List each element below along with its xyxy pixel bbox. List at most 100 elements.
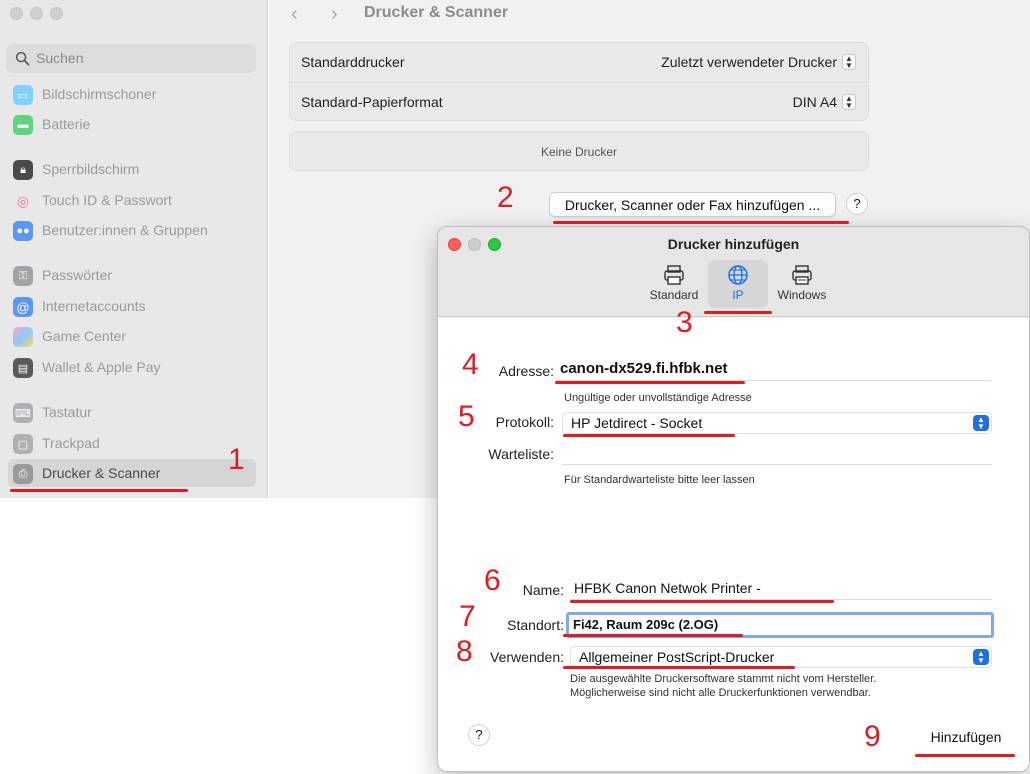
sidebar-item-wallet[interactable]: ▤ Wallet & Apple Pay bbox=[8, 353, 256, 381]
search-input[interactable]: Suchen bbox=[6, 44, 256, 73]
search-icon bbox=[15, 51, 30, 66]
driver-select[interactable]: Allgemeiner PostScript-Drucker ▲ ▼ bbox=[570, 646, 992, 668]
sidebar-item-label: Tastatur bbox=[42, 404, 92, 420]
windows-printer-icon bbox=[792, 265, 812, 285]
annotation-underline-3 bbox=[704, 311, 772, 314]
use-driver-label: Verwenden: bbox=[490, 649, 564, 665]
back-chevron-icon[interactable]: ‹ bbox=[291, 3, 298, 26]
paper-size-select[interactable]: DIN A4 ▲ ▼ bbox=[793, 94, 856, 110]
sidebar-item-trackpad[interactable]: ▢ Trackpad bbox=[8, 429, 256, 457]
printer-icon bbox=[664, 265, 684, 285]
stepper-chevrons-icon: ▲ ▼ bbox=[842, 94, 856, 110]
annotation-underline-8 bbox=[563, 666, 795, 669]
key-icon: ⚿ bbox=[13, 266, 33, 286]
default-printer-select[interactable]: Zuletzt verwendeter Drucker ▲ ▼ bbox=[661, 54, 856, 70]
address-value: canon-dx529.fi.hfbk.net bbox=[560, 360, 728, 377]
annotation-step-4: 4 bbox=[462, 348, 479, 381]
protocol-select[interactable]: HP Jetdirect - Socket ▲ ▼ bbox=[562, 412, 992, 434]
page-title: Drucker & Scanner bbox=[364, 4, 509, 21]
chevron-updown-icon: ▲ ▼ bbox=[973, 415, 989, 431]
sidebar-item-label: Batterie bbox=[42, 116, 91, 132]
sidebar-item-internet-accounts[interactable]: @ Internetaccounts bbox=[8, 292, 256, 320]
queue-hint: Für Standardwarteliste bitte leer lassen bbox=[564, 474, 755, 486]
annotation-underline-4 bbox=[555, 381, 745, 384]
annotation-underline-5 bbox=[563, 434, 735, 437]
game-center-icon bbox=[13, 327, 33, 347]
stepper-chevrons-icon: ▲ ▼ bbox=[842, 54, 856, 70]
globe-icon bbox=[728, 265, 748, 285]
address-label: Adresse: bbox=[498, 363, 554, 379]
close-window-button[interactable] bbox=[10, 7, 23, 20]
annotation-underline-2 bbox=[553, 221, 849, 224]
annotation-underline-7 bbox=[563, 634, 743, 637]
fingerprint-icon: ◎ bbox=[16, 192, 30, 209]
sidebar-item-label: Benutzer:innen & Gruppen bbox=[42, 222, 208, 238]
default-printer-label: Standarddrucker bbox=[301, 54, 405, 70]
trackpad-icon: ▢ bbox=[13, 434, 33, 454]
tab-windows[interactable]: Windows bbox=[772, 260, 832, 308]
address-field[interactable]: canon-dx529.fi.hfbk.net bbox=[556, 359, 991, 381]
forward-chevron-icon[interactable]: › bbox=[331, 3, 338, 26]
sidebar-item-label: Bildschirmschoner bbox=[42, 86, 157, 102]
sidebar-item-label: Sperrbildschirm bbox=[42, 161, 140, 177]
printer-list-empty: Keine Drucker bbox=[289, 131, 869, 171]
sidebar-item-label: Trackpad bbox=[42, 435, 100, 451]
sidebar-item-label: Wallet & Apple Pay bbox=[42, 359, 161, 375]
annotation-underline-9 bbox=[915, 754, 1015, 757]
sidebar-item-lock-screen[interactable]: 🔒︎ Sperrbildschirm bbox=[8, 155, 256, 183]
sidebar: Suchen ▭ Bildschirmschoner ▬ Batterie 🔒︎… bbox=[0, 0, 268, 498]
at-icon: @ bbox=[13, 297, 33, 317]
protocol-value: HP Jetdirect - Socket bbox=[571, 415, 703, 431]
sidebar-item-passwords[interactable]: ⚿ Passwörter bbox=[8, 261, 256, 289]
sidebar-item-touch-id[interactable]: ◎ Touch ID & Passwort bbox=[8, 186, 256, 214]
printer-settings-group: Standarddrucker Zuletzt verwendeter Druc… bbox=[289, 42, 869, 121]
dialog-toolbar: Drucker hinzufügen Standard IP Windows bbox=[438, 227, 1029, 317]
paper-size-row[interactable]: Standard-Papierformat DIN A4 ▲ ▼ bbox=[290, 82, 868, 121]
name-field[interactable]: HFBK Canon Netwok Printer - bbox=[570, 578, 992, 600]
sidebar-item-game-center[interactable]: Game Center bbox=[8, 322, 256, 350]
screensaver-icon: ▭ bbox=[13, 85, 33, 105]
name-label: Name: bbox=[522, 582, 564, 598]
default-printer-row[interactable]: Standarddrucker Zuletzt verwendeter Druc… bbox=[290, 43, 868, 82]
paper-size-value: DIN A4 bbox=[792, 94, 837, 110]
name-value: HFBK Canon Netwok Printer - bbox=[574, 580, 761, 596]
queue-field[interactable] bbox=[562, 443, 992, 465]
sidebar-item-printers-scanners[interactable]: ⎙ Drucker & Scanner bbox=[8, 459, 256, 487]
queue-label: Warteliste: bbox=[488, 446, 554, 462]
add-printer-dialog: Drucker hinzufügen Standard IP Windows A… bbox=[437, 226, 1030, 772]
keyboard-icon: ⌨︎ bbox=[13, 403, 33, 423]
add-printer-button[interactable]: Drucker, Scanner oder Fax hinzufügen ... bbox=[549, 192, 836, 217]
paper-size-label: Standard-Papierformat bbox=[301, 94, 443, 110]
sidebar-item-label: Drucker & Scanner bbox=[42, 465, 161, 481]
location-label: Standort: bbox=[507, 617, 564, 633]
dialog-form: Adresse: canon-dx529.fi.hfbk.net Ungülti… bbox=[438, 318, 1029, 771]
sidebar-item-keyboard[interactable]: ⌨︎ Tastatur bbox=[8, 398, 256, 426]
zoom-window-button[interactable] bbox=[50, 7, 63, 20]
sidebar-item-users[interactable]: ●● Benutzer:innen & Gruppen bbox=[8, 216, 256, 244]
minimize-window-button[interactable] bbox=[30, 7, 43, 20]
tab-standard[interactable]: Standard bbox=[644, 260, 704, 308]
wallet-icon: ▤ bbox=[13, 358, 33, 378]
sidebar-item-battery[interactable]: ▬ Batterie bbox=[8, 110, 256, 138]
tab-label: IP bbox=[732, 288, 744, 302]
protocol-label: Protokoll: bbox=[495, 414, 554, 430]
annotation-step-6: 6 bbox=[484, 564, 501, 597]
driver-hint-2: Möglicherweise sind nicht alle Druckerfu… bbox=[570, 687, 871, 699]
tab-ip[interactable]: IP bbox=[708, 260, 768, 308]
location-value: Fi42, Raum 209c (2.OG) bbox=[573, 617, 719, 632]
sidebar-item-label: Passwörter bbox=[42, 267, 113, 283]
battery-icon: ▬ bbox=[13, 115, 33, 135]
tab-label: Standard bbox=[649, 288, 699, 302]
annotation-step-7: 7 bbox=[459, 600, 476, 633]
annotation-step-9: 9 bbox=[864, 720, 881, 753]
add-button[interactable]: Hinzufügen bbox=[916, 726, 1016, 750]
default-printer-value: Zuletzt verwendeter Drucker bbox=[661, 54, 837, 70]
driver-hint-1: Die ausgewählte Druckersoftware stammt n… bbox=[570, 673, 877, 685]
sidebar-item-label: Internetaccounts bbox=[42, 298, 146, 314]
dialog-help-button[interactable]: ? bbox=[468, 724, 490, 746]
help-button[interactable]: ? bbox=[846, 193, 868, 215]
annotation-step-3: 3 bbox=[676, 306, 693, 339]
annotation-step-2: 2 bbox=[497, 181, 514, 214]
annotation-step-8: 8 bbox=[456, 635, 473, 668]
sidebar-item-screensaver[interactable]: ▭ Bildschirmschoner bbox=[8, 80, 256, 108]
